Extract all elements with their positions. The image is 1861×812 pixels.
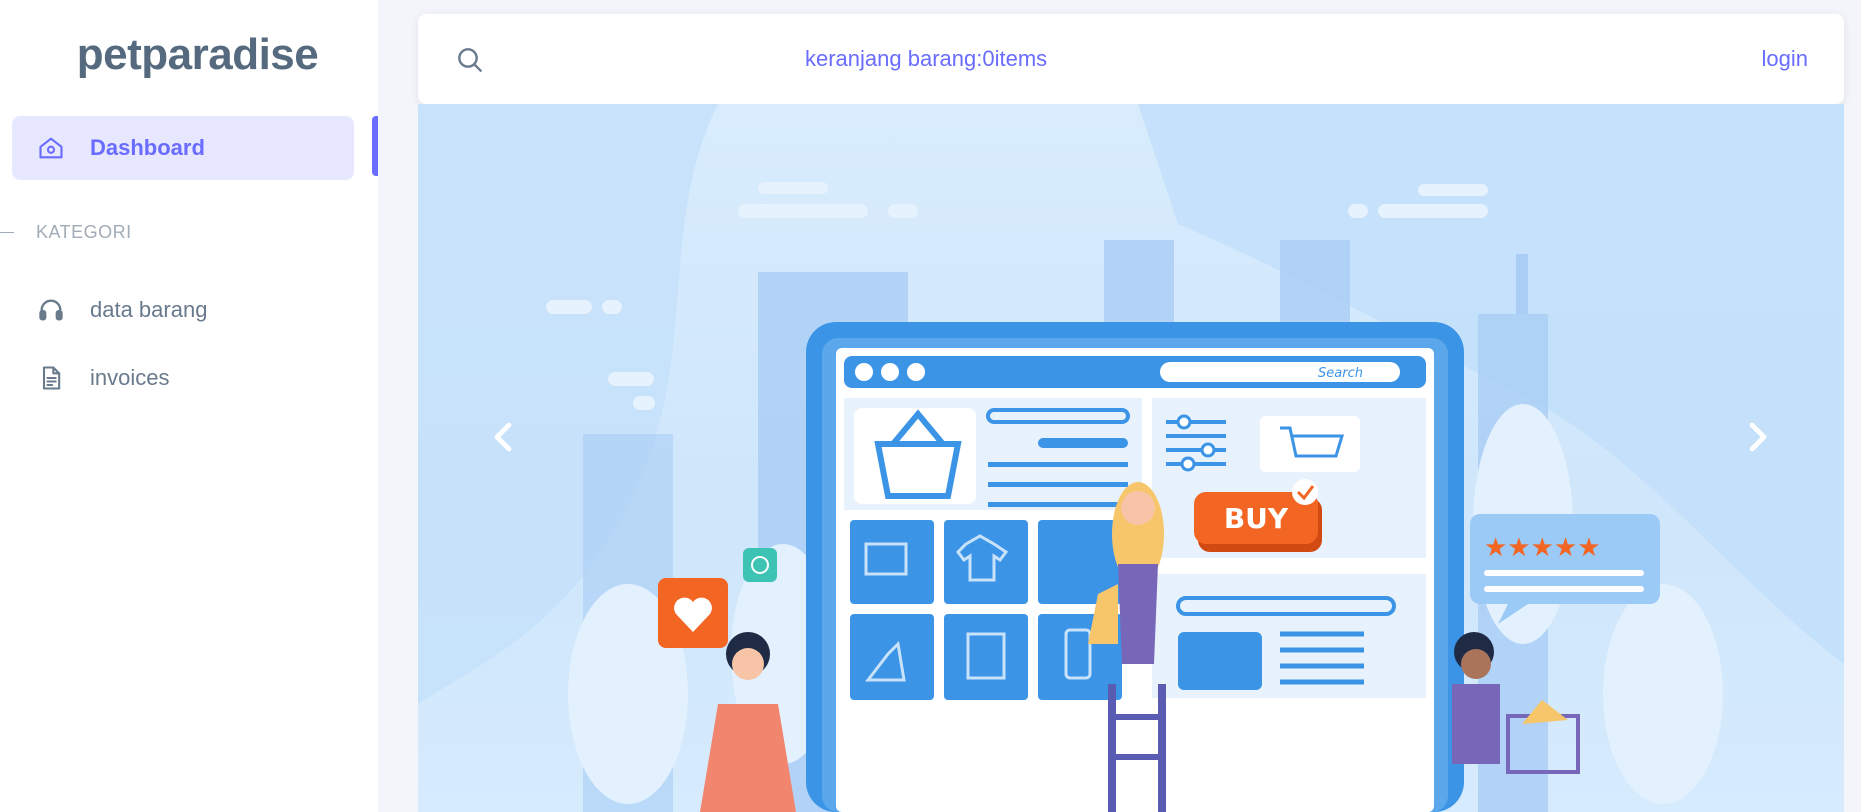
sidebar-item-label: invoices (90, 365, 170, 390)
banner-search-label: Search (1318, 366, 1363, 381)
section-divider (0, 232, 14, 233)
buy-label: BUY (1224, 502, 1289, 535)
sidebar-item-label: Dashboard (90, 135, 205, 160)
chevron-right-icon (1745, 419, 1771, 460)
carousel-prev-button[interactable] (473, 399, 533, 479)
hero-carousel: Search BUY ★★★★★ (418, 104, 1844, 812)
file-text-icon (36, 363, 66, 393)
section-header-label: KATEGORI (36, 222, 132, 242)
headphones-icon (36, 295, 66, 325)
sidebar-item-data-barang[interactable]: data barang (12, 278, 354, 342)
chevron-left-icon (490, 419, 516, 460)
home-icon (36, 133, 66, 163)
sidebar-item-invoices[interactable]: invoices (12, 346, 354, 410)
login-link[interactable]: login (1762, 46, 1808, 72)
cart-status-link[interactable]: keranjang barang:0items (805, 46, 1047, 72)
sidebar: petparadise Dashboard KATEGORI data bara… (0, 0, 378, 812)
search-icon[interactable] (454, 44, 486, 76)
brand-logo-text[interactable]: petparadise (0, 30, 395, 80)
sidebar-item-label: data barang (90, 297, 208, 322)
active-indicator (372, 116, 378, 176)
section-header-kategori: KATEGORI (0, 222, 132, 243)
carousel-next-button[interactable] (1728, 399, 1788, 479)
top-navbar: keranjang barang:0items login (418, 14, 1844, 104)
sidebar-item-dashboard[interactable]: Dashboard (12, 116, 354, 180)
svg-text:★★★★★: ★★★★★ (1484, 533, 1601, 563)
online-shopping-illustration: Search BUY ★★★★★ (418, 104, 1844, 812)
